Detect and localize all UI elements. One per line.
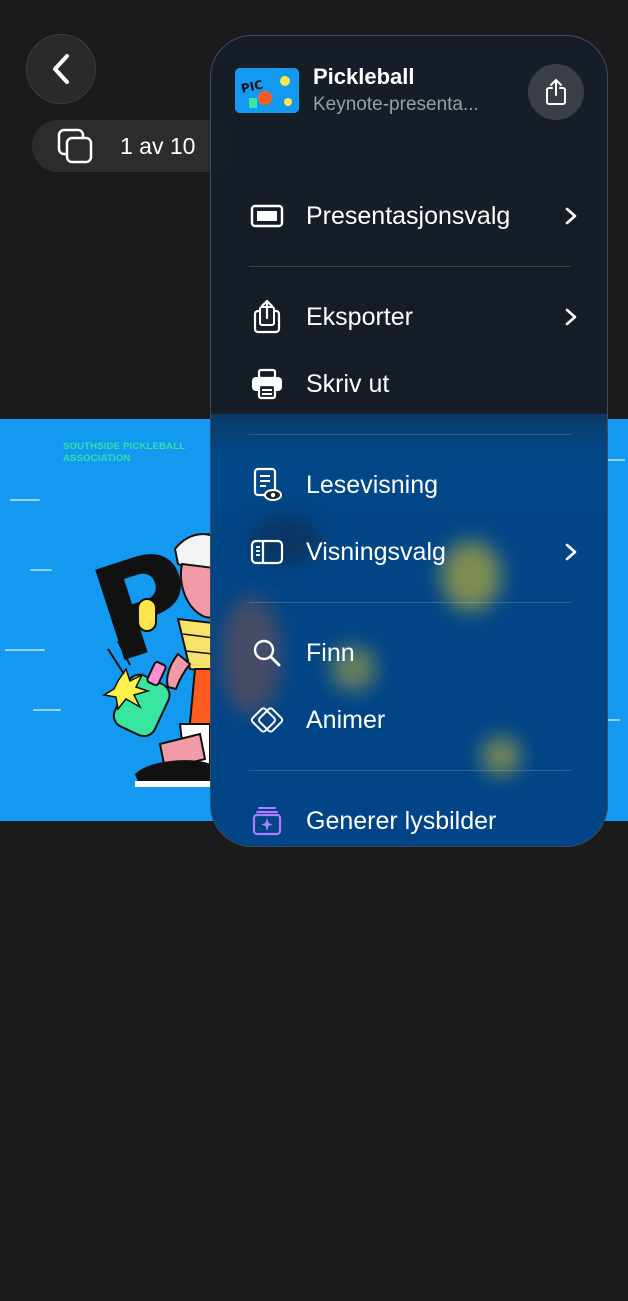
menu-item-label: Finn	[306, 638, 355, 667]
sparkle-stack-icon	[249, 803, 285, 839]
sidebar-icon	[249, 534, 285, 570]
menu-item-generate-slides[interactable]: Generer lysbilder	[249, 796, 579, 846]
menu-item-label: Presentasjonsvalg	[306, 201, 511, 230]
menu-separator	[249, 602, 571, 603]
export-icon	[249, 299, 285, 335]
search-icon	[249, 635, 285, 671]
slide-navigator-button[interactable]: 1 av 10	[32, 120, 232, 172]
thumbnail-art: PIC	[235, 68, 299, 113]
share-icon	[546, 79, 566, 105]
reading-view-icon	[249, 467, 285, 503]
menu-item-export[interactable]: Eksporter	[249, 292, 579, 342]
document-subtitle: Keynote-presenta...	[313, 94, 479, 115]
document-title: Pickleball	[313, 64, 415, 89]
menu-item-label: Lesevisning	[306, 470, 439, 499]
menu-item-reading-view[interactable]: Lesevisning	[249, 460, 579, 510]
menu-item-label: Visningsvalg	[306, 537, 446, 566]
menu-item-label: Skriv ut	[306, 369, 390, 398]
slides-icon	[57, 128, 93, 164]
menu-item-label: Eksporter	[306, 302, 413, 331]
menu-item-label: Generer lysbilder	[306, 806, 497, 835]
chevron-right-icon	[565, 207, 577, 225]
menu-item-animate[interactable]: Animer	[249, 695, 579, 745]
presentation-icon	[249, 198, 285, 234]
menu-separator	[249, 770, 571, 771]
screen: 1 av 10 SOUTHSIDE PICKLEBALL ASSOCIATION…	[0, 0, 628, 1301]
player-illustration: PI	[76, 504, 230, 787]
chevron-right-icon	[565, 543, 577, 561]
menu-item-print[interactable]: Skriv ut	[249, 359, 579, 409]
slide-counter-label: 1 av 10	[120, 132, 196, 159]
chevron-right-icon	[565, 308, 577, 326]
share-button[interactable]	[528, 64, 584, 120]
menu-item-label: Animer	[306, 705, 386, 734]
animate-icon	[249, 702, 285, 738]
menu-separator	[249, 266, 571, 267]
printer-icon	[249, 366, 285, 402]
document-thumbnail: PIC	[235, 68, 299, 113]
menu-item-presentation-options[interactable]: Presentasjonsvalg	[249, 191, 579, 241]
menu-separator	[249, 434, 571, 435]
chevron-left-icon	[53, 54, 69, 84]
menu-item-view-options[interactable]: Visningsvalg	[249, 527, 579, 577]
document-menu: PIC Pickleball Keynote-presenta... Prese…	[210, 35, 608, 847]
back-button[interactable]	[26, 34, 96, 104]
menu-item-find[interactable]: Finn	[249, 628, 579, 678]
